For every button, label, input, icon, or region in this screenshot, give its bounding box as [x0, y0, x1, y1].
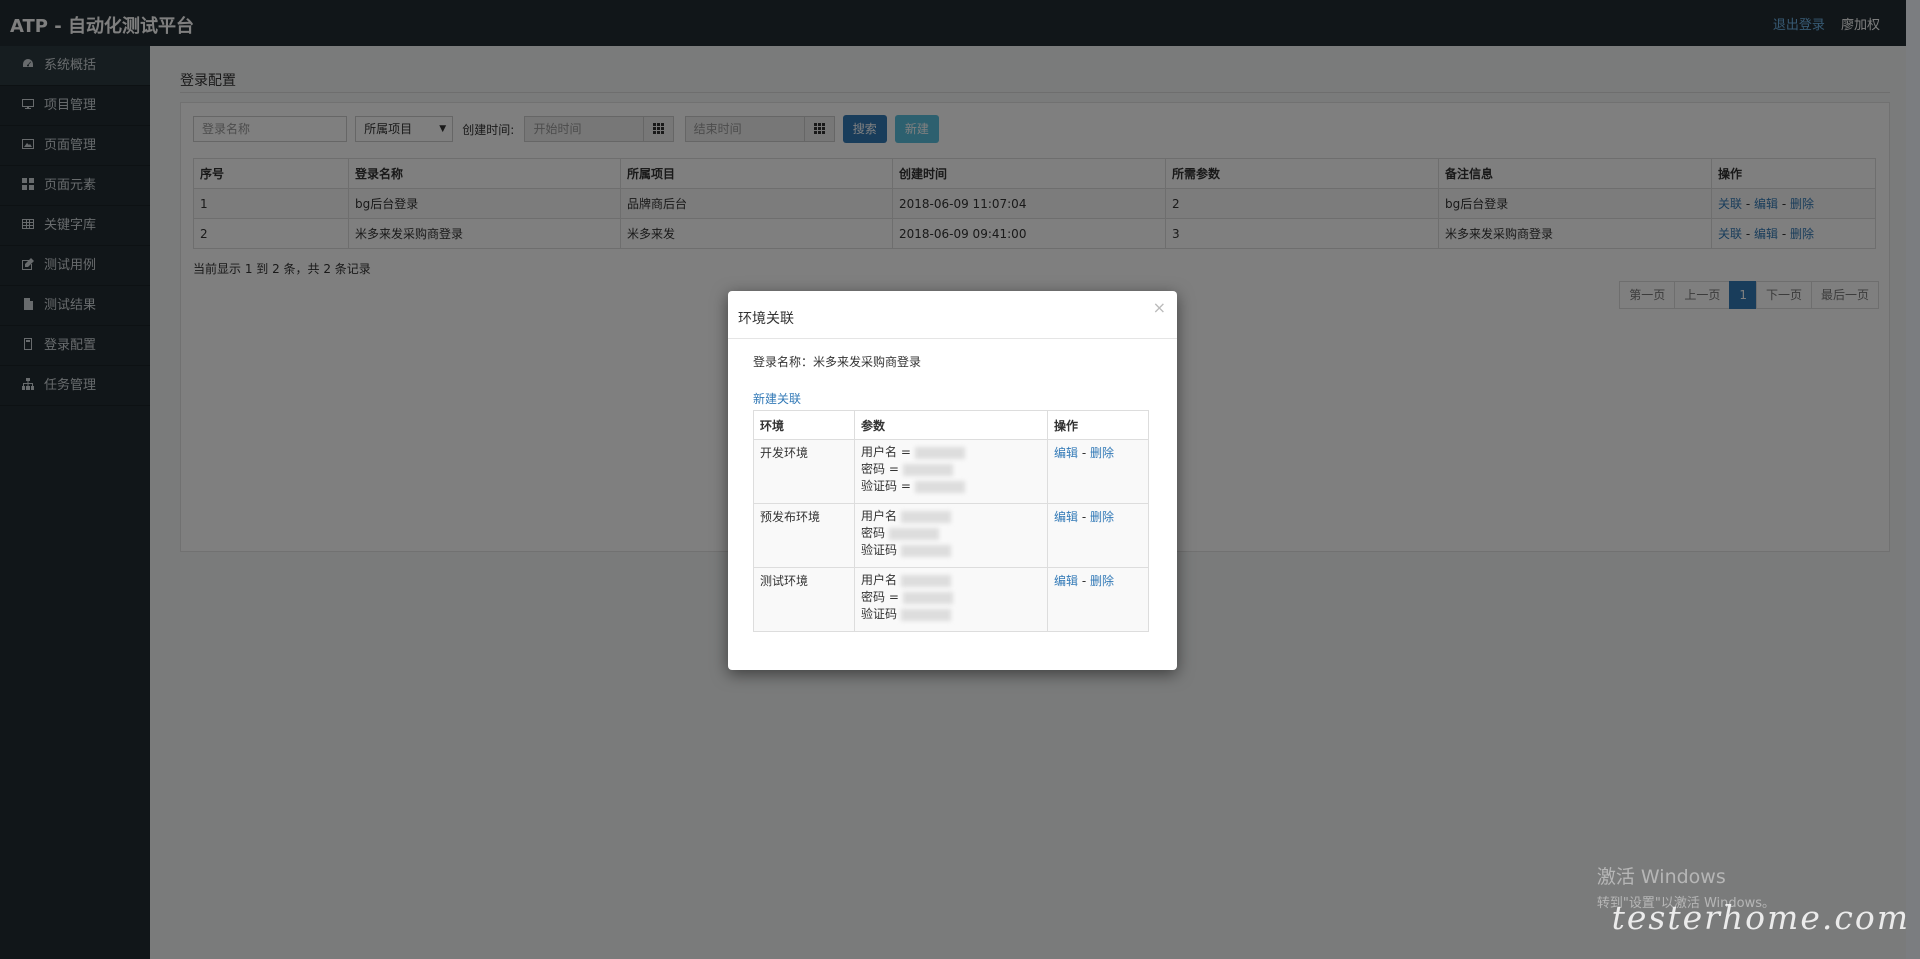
edit-action[interactable]: 编辑 — [1054, 510, 1078, 524]
new-relation-link[interactable]: 新建关联 — [753, 390, 1153, 407]
param-label: 验证码 — [861, 543, 898, 557]
redacted-value — [914, 446, 965, 459]
login-name-line: 登录名称：米多来发采购商登录 — [753, 353, 1153, 370]
login-name-label: 登录名称： — [753, 355, 814, 369]
param-line: 验证码 — [861, 606, 1041, 623]
env-actions: 编辑 - 删除 — [1047, 567, 1149, 632]
modal-title: 环境关联 — [738, 311, 794, 327]
param-label: 密码 — [861, 526, 886, 540]
env-link-modal: 环境关联 × 登录名称：米多来发采购商登录 新建关联 环境 参数 操作 开发环境… — [728, 291, 1177, 670]
param-label: 用户名 — [861, 509, 898, 523]
env-params: 用户名 密码 = 验证码 — [854, 567, 1048, 632]
redacted-value — [902, 591, 953, 604]
edit-action[interactable]: 编辑 — [1054, 574, 1078, 588]
param-label: 验证码 — [861, 607, 898, 621]
param-line: 用户名 — [861, 572, 1041, 589]
param-label: 验证码 = — [861, 479, 911, 493]
action-separator: - — [1078, 510, 1090, 524]
env-params: 用户名 = 密码 = 验证码 = — [854, 439, 1048, 504]
env-row: 测试环境 用户名 密码 = 验证码 编辑 - 删除 — [753, 567, 1149, 632]
env-header-row: 环境 参数 操作 — [753, 410, 1149, 440]
action-separator: - — [1078, 574, 1090, 588]
site-watermark-logo: testerhome.com — [1611, 898, 1910, 937]
delete-action[interactable]: 删除 — [1090, 446, 1114, 460]
edit-action[interactable]: 编辑 — [1054, 446, 1078, 460]
login-name-value: 米多来发采购商登录 — [813, 355, 922, 369]
env-actions: 编辑 - 删除 — [1047, 439, 1149, 504]
param-line: 用户名 = — [861, 444, 1041, 461]
env-row: 预发布环境 用户名 密码 验证码 编辑 - 删除 — [753, 503, 1149, 568]
redacted-value — [900, 510, 951, 523]
param-label: 用户名 = — [861, 445, 911, 459]
param-line: 密码 = — [861, 461, 1041, 478]
delete-action[interactable]: 删除 — [1090, 510, 1114, 524]
env-actions: 编辑 - 删除 — [1047, 503, 1149, 568]
redacted-value — [900, 608, 951, 621]
redacted-value — [902, 463, 953, 476]
env-table: 环境 参数 操作 开发环境 用户名 = 密码 = 验证码 = 编辑 - 删除 预… — [753, 410, 1149, 632]
column-header: 参数 — [854, 410, 1048, 440]
close-icon[interactable]: × — [1153, 298, 1166, 317]
redacted-value — [888, 527, 939, 540]
column-header: 操作 — [1047, 410, 1149, 440]
modal-header: 环境关联 × — [728, 291, 1177, 339]
env-name: 开发环境 — [753, 439, 855, 504]
param-line: 验证码 = — [861, 478, 1041, 495]
watermark-line1: 激活 Windows — [1596, 866, 1726, 888]
column-header: 环境 — [753, 410, 855, 440]
env-params: 用户名 密码 验证码 — [854, 503, 1048, 568]
param-label: 密码 = — [861, 590, 899, 604]
param-line: 密码 = — [861, 589, 1041, 606]
redacted-value — [914, 480, 965, 493]
redacted-value — [900, 544, 951, 557]
param-label: 密码 = — [861, 462, 899, 476]
redacted-value — [900, 574, 951, 587]
action-separator: - — [1078, 446, 1090, 460]
env-name: 测试环境 — [753, 567, 855, 632]
param-label: 用户名 — [861, 573, 898, 587]
param-line: 验证码 — [861, 542, 1041, 559]
param-line: 密码 — [861, 525, 1041, 542]
delete-action[interactable]: 删除 — [1090, 574, 1114, 588]
param-line: 用户名 — [861, 508, 1041, 525]
page-scrollbar[interactable] — [1906, 0, 1920, 959]
modal-body: 登录名称：米多来发采购商登录 新建关联 环境 参数 操作 开发环境 用户名 = … — [753, 347, 1153, 632]
env-row: 开发环境 用户名 = 密码 = 验证码 = 编辑 - 删除 — [753, 439, 1149, 504]
env-name: 预发布环境 — [753, 503, 855, 568]
